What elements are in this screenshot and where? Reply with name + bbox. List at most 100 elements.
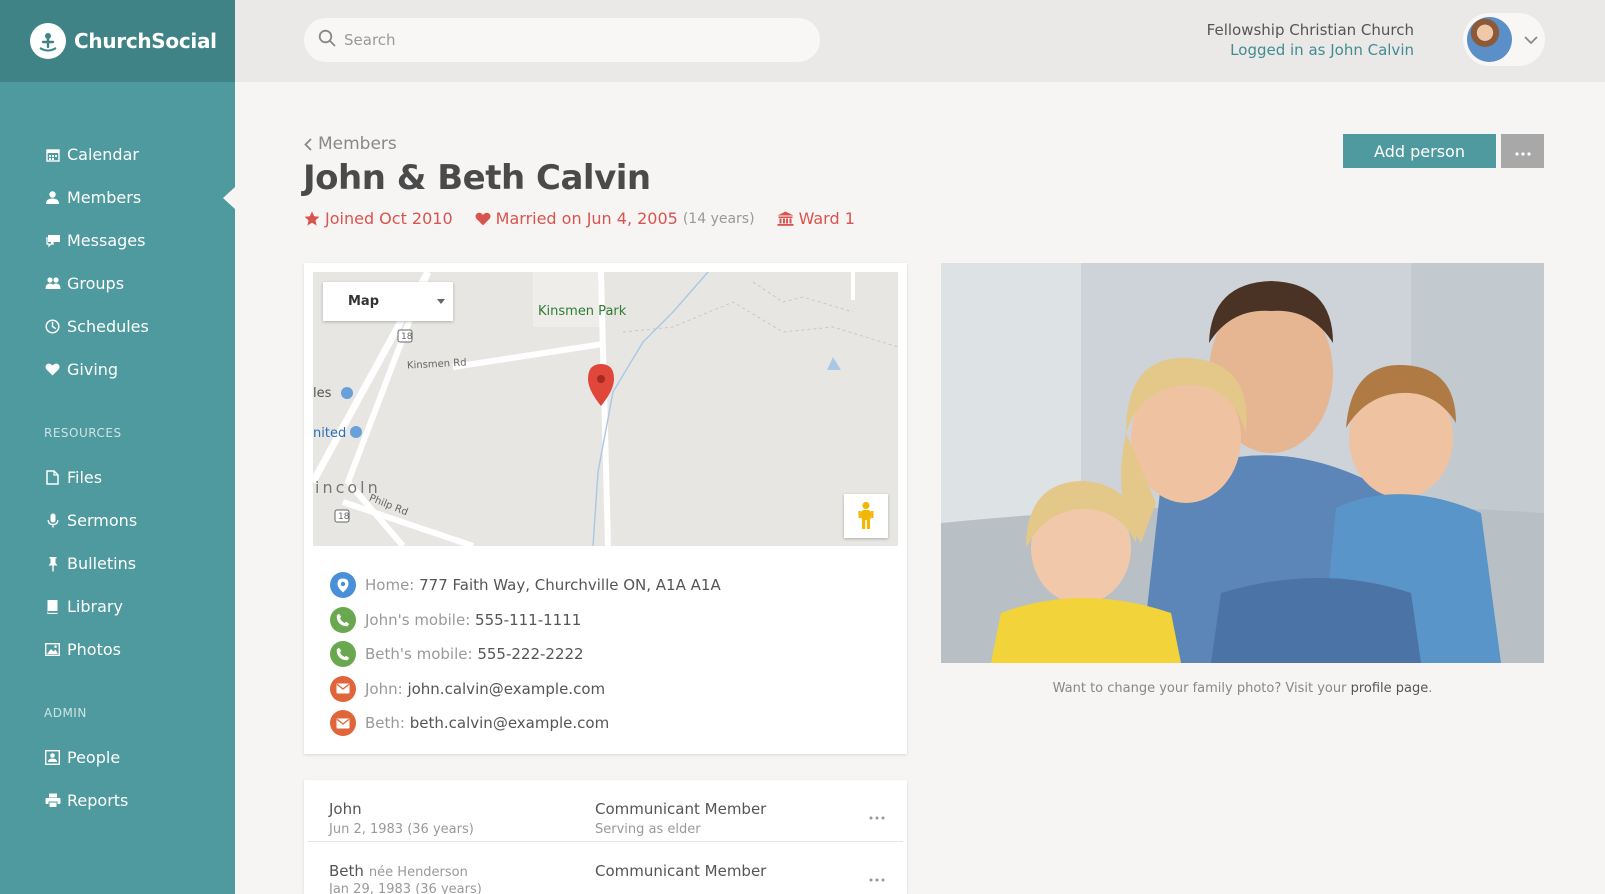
image-icon [44,641,61,658]
search-box[interactable] [304,18,820,62]
member-row[interactable]: John Jun 2, 1983 (36 years) Communicant … [308,780,903,842]
file-icon [44,469,61,486]
nav-label: Files [67,468,103,487]
add-person-button[interactable]: Add person [1343,134,1496,168]
logged-in-user[interactable]: Logged in as John Calvin [1207,40,1414,60]
nav-label: Giving [67,360,119,379]
nav-item-photos[interactable]: Photos [0,628,235,671]
nav-item-calendar[interactable]: Calendar [0,133,235,176]
ellipsis-icon [869,805,885,824]
nav-item-library[interactable]: Library [0,585,235,628]
nav-item-people[interactable]: People [0,736,235,779]
photo-caption-text: Want to change your family photo? Visit … [1052,681,1351,696]
member-first-name: Beth [329,862,364,880]
nav-item-sermons[interactable]: Sermons [0,499,235,542]
location-map[interactable]: Kinsmen Park Kinsmen Rd Philp Rd 18 18 l… [313,272,898,546]
contact-value[interactable]: 555-111-1111 [475,611,581,629]
main-nav: Calendar Members Messages Groups Schedul… [0,133,235,391]
nav-label: Schedules [67,317,149,336]
contact-beth-email: Beth: beth.calvin@example.com [330,706,721,741]
location-icon [330,572,356,599]
account-info: Fellowship Christian Church Logged in as… [1207,20,1414,60]
microphone-icon [44,512,61,529]
ellipsis-icon [869,867,885,886]
more-options-button[interactable] [1501,134,1544,168]
member-row[interactable]: Beth née Henderson Jan 29, 1983 (36 years… [308,842,903,894]
nav-item-members[interactable]: Members [0,176,235,219]
admin-heading: ADMIN [44,706,87,720]
nav-label: Groups [67,274,125,293]
ward-meta[interactable]: Ward 1 [777,209,855,228]
nav-item-bulletins[interactable]: Bulletins [0,542,235,585]
map-park-label: Kinsmen Park [538,304,627,319]
nav-item-files[interactable]: Files [0,456,235,499]
nav-item-schedules[interactable]: Schedules [0,305,235,348]
street-view-pegman-icon[interactable] [844,494,888,538]
member-more-button[interactable] [867,866,887,886]
person-icon [44,189,61,206]
contact-label: John: [365,679,403,698]
member-first-name: John [329,800,362,818]
map-place-fragment: les [313,386,332,401]
member-name: Beth née Henderson [329,862,468,880]
church-building-icon [777,211,794,226]
married-text: Married on Jun 4, 2005 [495,209,678,228]
breadcrumb-label: Members [318,134,397,154]
nav-item-messages[interactable]: Messages [0,219,235,262]
contact-label: Home: [365,576,415,595]
contact-card-icon [44,749,61,766]
nav-item-groups[interactable]: Groups [0,262,235,305]
calendar-icon [44,146,61,163]
married-meta: Married on Jun 4, 2005 (14 years) [475,209,755,228]
household-meta: Joined Oct 2010 Married on Jun 4, 2005 (… [304,209,877,228]
married-years: (14 years) [682,210,755,227]
ellipsis-icon [1514,144,1531,159]
brand-name: ChurchSocial [74,29,217,53]
contact-label: John's mobile: [365,610,471,629]
nav-item-reports[interactable]: Reports [0,779,235,822]
envelope-icon [330,675,356,702]
nav-item-giving[interactable]: Giving [0,348,235,391]
brand[interactable]: ChurchSocial [0,0,235,82]
contact-value[interactable]: 555-222-2222 [477,645,583,663]
contact-value[interactable]: 777 Faith Way, Churchville ON, A1A A1A [419,576,721,594]
map-place-fragment-2: nited [313,426,347,441]
church-name: Fellowship Christian Church [1206,21,1414,39]
top-bar: Fellowship Christian Church Logged in as… [235,0,1605,82]
photo-caption: Want to change your family photo? Visit … [941,681,1544,696]
account-menu-button[interactable] [1463,13,1545,66]
heart-icon [44,361,61,378]
search-icon [318,29,336,51]
chat-icon [44,232,61,249]
star-icon [304,211,320,226]
breadcrumb-back-members[interactable]: Members [304,134,397,154]
member-maiden-name: née Henderson [368,865,468,880]
map-type-select[interactable]: Map [323,282,453,321]
admin-nav: People Reports [0,736,235,822]
member-birthdate: Jan 29, 1983 (36 years) [329,882,482,894]
group-icon [44,275,61,292]
family-photo [941,263,1544,663]
pushpin-icon [44,555,61,572]
nav-label: Calendar [67,145,139,164]
joined-meta: Joined Oct 2010 [304,209,453,228]
avatar [1467,17,1512,62]
nav-label: People [67,748,121,767]
nav-label: Bulletins [67,554,137,573]
member-role: Communicant Member [595,800,767,818]
member-note: Serving as elder [595,822,701,837]
phone-icon [330,606,356,633]
search-input[interactable] [344,31,804,49]
contact-list: Home: 777 Faith Way, Churchville ON, A1A… [330,568,721,741]
phone-icon [330,641,356,668]
contact-value[interactable]: john.calvin@example.com [407,680,605,698]
photo-caption-end: . [1428,681,1433,696]
contact-label: Beth: [365,714,405,733]
nav-label: Sermons [67,511,138,530]
member-more-button[interactable] [867,804,887,824]
contact-value[interactable]: beth.calvin@example.com [410,714,609,732]
member-role: Communicant Member [595,862,767,880]
profile-page-link[interactable]: profile page [1351,681,1429,696]
map-route-shield: 18 [401,332,413,342]
family-photo-illustration [941,263,1544,663]
